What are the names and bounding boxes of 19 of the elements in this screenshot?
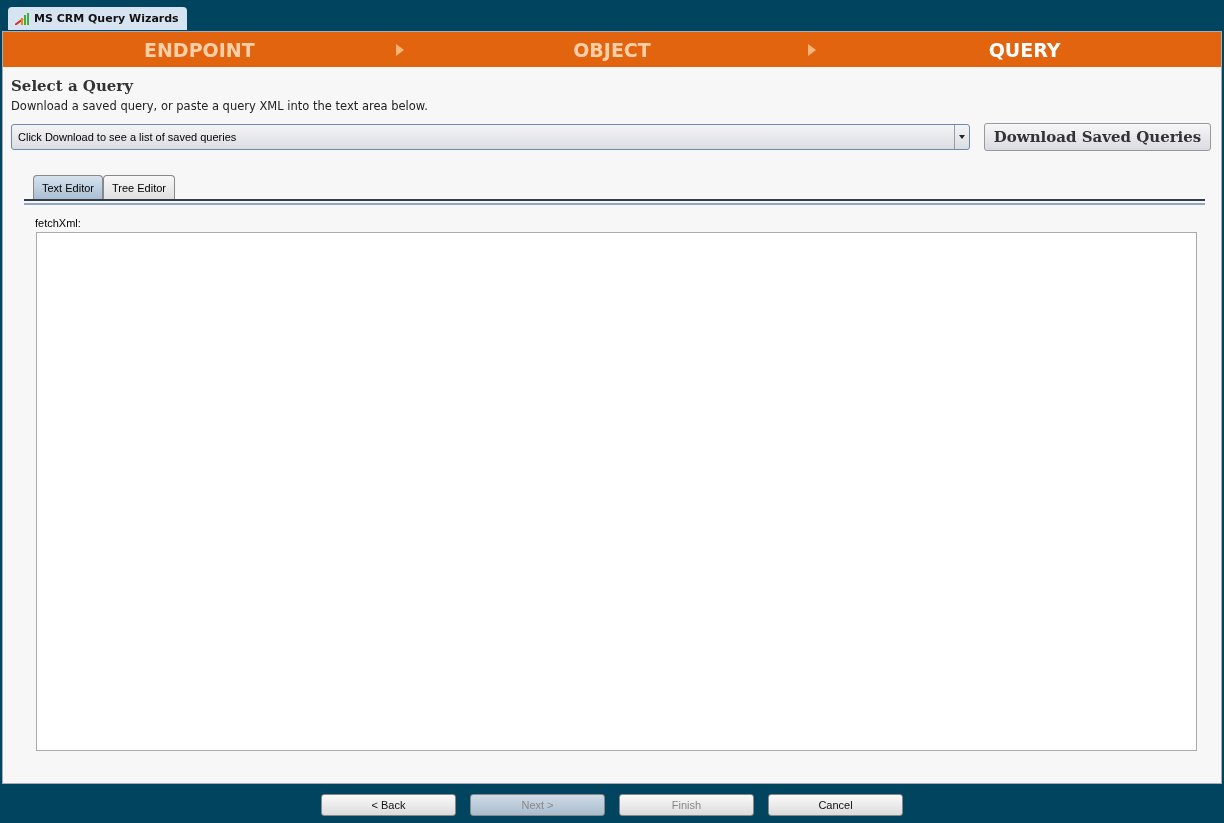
query-dropdown[interactable]: Click Download to see a list of saved queries	[11, 124, 970, 150]
description-text: Download a saved query, or paste a query XML into the text area below.	[11, 99, 429, 113]
step-arrow-icon	[395, 43, 404, 56]
field-label: fetchXml:	[35, 217, 82, 229]
wizard-button[interactable]: Cancel	[768, 793, 903, 816]
dropdown-arrow-icon	[959, 135, 965, 139]
step-label: QUERY	[987, 38, 1062, 61]
step-arrow-icon	[808, 43, 817, 56]
step-label: ENDPOINT	[143, 38, 256, 61]
step-label: OBJECT	[572, 38, 652, 61]
bar-chart-icon	[15, 12, 31, 25]
window-title: MS CRM Query Wizards	[34, 12, 179, 25]
window-tab[interactable]: MS CRM Query Wizards	[8, 7, 187, 30]
wizard-button[interactable]: < Back	[321, 793, 456, 816]
download-button[interactable]: Download Saved Queries	[984, 123, 1211, 151]
editor-tab[interactable]: Text Editor	[33, 175, 103, 199]
xml-text-area[interactable]	[36, 232, 1197, 751]
editor-tab[interactable]: Tree Editor	[102, 175, 175, 199]
page-heading: Select a Query	[11, 77, 135, 95]
